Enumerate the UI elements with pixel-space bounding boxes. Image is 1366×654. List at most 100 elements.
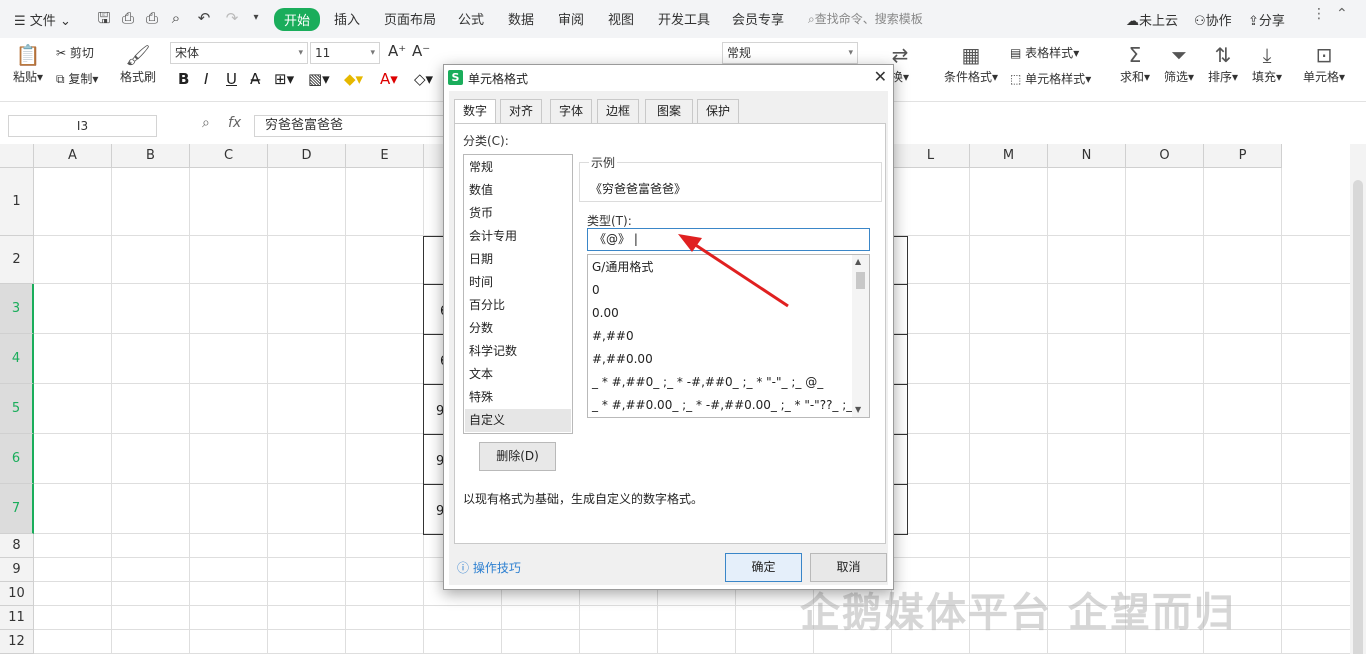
tab-insert[interactable]: 插入	[334, 9, 360, 28]
tab-review[interactable]: 审阅	[558, 9, 584, 28]
category-item[interactable]: 数值	[465, 179, 571, 202]
close-icon[interactable]: ✕	[874, 67, 887, 86]
type-option[interactable]: _ * #,##0.00_ ;_ * -#,##0.00_ ;_ * "-"??…	[588, 394, 852, 417]
category-item[interactable]: 科学记数	[465, 340, 571, 363]
cloud-status[interactable]: ☁未上云	[1126, 10, 1178, 29]
category-item[interactable]: 时间	[465, 271, 571, 294]
row-header-11[interactable]: 11	[0, 606, 34, 630]
column-header-P[interactable]: P	[1204, 144, 1282, 168]
fill-pattern-icon[interactable]: ▧▾	[308, 70, 330, 88]
scroll-down-icon[interactable]: ▼	[855, 405, 861, 414]
cell-button[interactable]: ⊡ 单元格▾	[1300, 42, 1348, 85]
scroll-thumb[interactable]	[1353, 180, 1363, 654]
column-header-D[interactable]: D	[268, 144, 346, 168]
quick-access-more-icon[interactable]: ▾	[246, 8, 266, 28]
border-icon[interactable]: ⊞▾	[274, 70, 294, 88]
cell-style-button[interactable]: ⬚ 单元格样式▾	[1010, 70, 1091, 87]
tab-border[interactable]: 边框	[597, 99, 639, 123]
cond-format-button[interactable]: ▦ 条件格式▾	[940, 42, 1002, 85]
category-list[interactable]: 常规 数值 货币 会计专用 日期 时间 百分比 分数 科学记数 文本 特殊 自定义	[463, 154, 573, 434]
row-header-7[interactable]: 7	[0, 484, 34, 534]
category-item[interactable]: 百分比	[465, 294, 571, 317]
delete-button[interactable]: 删除(D)	[479, 442, 556, 471]
tab-formula[interactable]: 公式	[458, 9, 484, 28]
file-menu[interactable]: ☰ 文件 ⌄	[14, 10, 71, 29]
column-header-N[interactable]: N	[1048, 144, 1126, 168]
type-option[interactable]: _ * #,##0_ ;_ * -#,##0_ ;_ * "-"_ ;_ @_	[588, 371, 852, 394]
redo-icon[interactable]: ↷	[222, 8, 242, 28]
tips-link[interactable]: ⓘ 操作技巧	[457, 559, 521, 576]
row-header-10[interactable]: 10	[0, 582, 34, 606]
row-header-2[interactable]: 2	[0, 236, 34, 284]
collapse-icon[interactable]: ⌃	[1336, 6, 1348, 22]
more-icon[interactable]: ⋮	[1312, 6, 1326, 22]
row-header-1[interactable]: 1	[0, 168, 34, 236]
category-item[interactable]: 特殊	[465, 386, 571, 409]
ok-button[interactable]: 确定	[725, 553, 802, 582]
category-item[interactable]: 日期	[465, 248, 571, 271]
category-item[interactable]: 文本	[465, 363, 571, 386]
tab-page-layout[interactable]: 页面布局	[384, 9, 436, 28]
font-name-select[interactable]: 宋体 ▾	[170, 42, 308, 64]
column-header-M[interactable]: M	[970, 144, 1048, 168]
print-preview-icon[interactable]: ⌕	[166, 8, 186, 28]
undo-icon[interactable]: ↶	[194, 8, 214, 28]
name-box[interactable]: I3	[8, 115, 157, 137]
filter-button[interactable]: ⏷ 筛选▾	[1160, 42, 1198, 85]
paste-button[interactable]: 📋 粘贴▾	[10, 42, 46, 85]
underline-icon[interactable]: U	[226, 70, 237, 88]
tab-alignment[interactable]: 对齐	[500, 99, 542, 123]
scroll-up-icon[interactable]: ▲	[855, 257, 861, 266]
cancel-button[interactable]: 取消	[810, 553, 887, 582]
tab-font[interactable]: 字体	[550, 99, 592, 123]
column-header-L[interactable]: L	[892, 144, 970, 168]
column-header-O[interactable]: O	[1126, 144, 1204, 168]
tab-member[interactable]: 会员专享	[732, 9, 784, 28]
save-icon[interactable]: 🖫	[94, 8, 114, 28]
category-item[interactable]: 分数	[465, 317, 571, 340]
italic-icon[interactable]: I	[204, 70, 208, 88]
copy-button[interactable]: ⧉ 复制▾	[56, 70, 98, 87]
export-pdf-icon[interactable]: ⎙	[118, 8, 138, 28]
zoom-icon[interactable]: ⌕	[202, 115, 210, 131]
row-header-9[interactable]: 9	[0, 558, 34, 582]
type-option[interactable]: #,##0.00	[588, 348, 852, 371]
type-input[interactable]: 《@》 |	[587, 228, 870, 251]
collab-button[interactable]: ⚇协作	[1194, 10, 1232, 29]
cut-button[interactable]: ✂ 剪切	[56, 44, 94, 61]
command-search[interactable]: ⌕查找命令、搜索模板	[808, 10, 923, 27]
increase-font-icon[interactable]: A⁺	[388, 42, 406, 60]
row-header-12[interactable]: 12	[0, 630, 34, 654]
format-painter-button[interactable]: 🖌 格式刷	[118, 42, 158, 85]
column-header-C[interactable]: C	[190, 144, 268, 168]
category-item[interactable]: 货币	[465, 202, 571, 225]
category-item[interactable]: 常规	[465, 156, 571, 179]
column-header-E[interactable]: E	[346, 144, 424, 168]
function-icon[interactable]: fx	[228, 115, 241, 131]
column-header-B[interactable]: B	[112, 144, 190, 168]
font-size-select[interactable]: 11 ▾	[310, 42, 380, 64]
formula-input[interactable]: 穷爸爸富爸爸	[254, 115, 444, 137]
font-color-icon[interactable]: A▾	[380, 70, 398, 88]
tab-developer[interactable]: 开发工具	[658, 9, 710, 28]
tab-pattern[interactable]: 图案	[645, 99, 693, 123]
bold-icon[interactable]: B	[178, 70, 189, 88]
row-header-8[interactable]: 8	[0, 534, 34, 558]
strikethrough-icon[interactable]: A̶	[250, 70, 260, 88]
category-item[interactable]: 会计专用	[465, 225, 571, 248]
select-all-corner[interactable]	[0, 144, 34, 168]
tab-data[interactable]: 数据	[508, 9, 534, 28]
dialog-titlebar[interactable]: S 单元格格式 ✕	[444, 65, 893, 91]
scroll-thumb[interactable]	[856, 272, 865, 289]
decrease-font-icon[interactable]: A⁻	[412, 42, 430, 60]
clear-format-icon[interactable]: ◇▾	[414, 70, 433, 88]
fill-color-icon[interactable]: ◆▾	[344, 70, 363, 88]
share-button[interactable]: ⇪分享	[1248, 10, 1285, 29]
row-header-6[interactable]: 6	[0, 434, 34, 484]
row-header-3[interactable]: 3	[0, 284, 34, 334]
tab-home[interactable]: 开始	[274, 8, 321, 31]
fill-button[interactable]: ⤓ 填充▾	[1248, 42, 1286, 85]
vertical-scrollbar[interactable]	[1350, 144, 1366, 654]
type-list-scrollbar[interactable]: ▲ ▼	[852, 255, 869, 417]
tab-number[interactable]: 数字	[454, 99, 496, 124]
